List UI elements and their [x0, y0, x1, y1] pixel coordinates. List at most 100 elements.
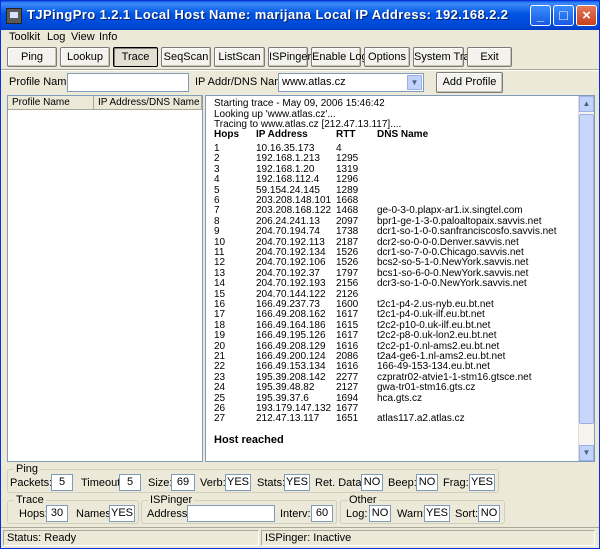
ping-button[interactable]: Ping: [7, 47, 57, 67]
hop-number: 19: [214, 330, 226, 342]
log-field[interactable]: NO: [369, 505, 391, 522]
hop-rtt: 1295: [336, 153, 359, 165]
column-header-profile-name[interactable]: Profile Name: [8, 96, 94, 110]
ret-data-field[interactable]: NO: [361, 474, 383, 491]
hop-ip-address: 192.168.112.4: [256, 174, 320, 186]
verb-field[interactable]: YES: [225, 474, 251, 491]
scroll-thumb[interactable]: [579, 114, 594, 424]
stats-label: Stats:: [257, 477, 286, 489]
host-reached-text: Host reached: [214, 434, 284, 446]
menu-info[interactable]: Info: [99, 31, 117, 43]
hop-ip-address: 204.70.192.193: [256, 278, 326, 290]
ip-address-header: IP Address: [256, 129, 308, 140]
trace-button[interactable]: Trace: [113, 47, 158, 67]
scroll-up-icon[interactable]: ▲: [579, 96, 594, 112]
enable-log-button[interactable]: Enable Log: [311, 47, 368, 67]
frag-label: Frag:: [443, 477, 469, 489]
exit-button[interactable]: Exit: [467, 47, 512, 67]
sort-label: Sort:: [455, 508, 479, 520]
hop-ip-address: 195.39.48.82: [256, 382, 315, 394]
hop-rtt: 1296: [336, 174, 359, 186]
scroll-down-icon[interactable]: ▼: [579, 445, 594, 461]
hop-dns-name: ge-0-3-0.plapx-ar1.ix.singtel.com: [377, 205, 523, 217]
hop-rtt: 1617: [336, 330, 359, 342]
status-text: Status: Ready: [3, 530, 259, 546]
add-profile-button[interactable]: Add Profile: [436, 72, 503, 93]
trace-row: 24 195.39.48.82 2127 gwa-tr01-stm16.gts.cz: [206, 383, 566, 393]
intro-line: Starting trace - May 09, 2006 15:46:42: [214, 98, 385, 109]
profile-list[interactable]: Profile Name IP Address/DNS Name: [7, 95, 203, 462]
hop-number: 12: [214, 257, 226, 269]
hop-number: 14: [214, 278, 226, 290]
hop-dns-name: 166-49-153-134.eu.bt.net: [377, 361, 490, 373]
hop-ip-address: 166.49.153.134: [256, 361, 326, 373]
addr-dns-combo[interactable]: www.atlas.cz ▼: [278, 73, 424, 92]
packets-field[interactable]: 5: [51, 474, 73, 491]
status-bar: Status: Ready ISPinger: Inactive: [1, 527, 599, 548]
trace-output[interactable]: Starting trace - May 09, 2006 15:46:42 L…: [205, 95, 595, 462]
profile-name-input[interactable]: [67, 73, 189, 92]
interv-field[interactable]: 60: [311, 505, 333, 522]
menu-toolkit[interactable]: Toolkit: [9, 31, 40, 43]
sort-field[interactable]: NO: [478, 505, 500, 522]
warn-field[interactable]: YES: [424, 505, 450, 522]
hop-dns-name: dcr3-so-1-0-0.NewYork.savvis.net: [377, 278, 527, 290]
timeout-field[interactable]: 5: [119, 474, 141, 491]
hop-ip-address: 212.47.13.117: [256, 413, 320, 425]
seqscan-button[interactable]: SeqScan: [161, 47, 211, 67]
ispinger-button[interactable]: ISPinger: [268, 47, 311, 67]
trace-row: 19 166.49.195.126 1617 t2c2-p8-0.uk-lon2.eu…: [206, 331, 566, 341]
hop-dns-name: bcs2-so-5-1-0.NewYork.savvis.net: [377, 257, 529, 269]
lookup-button[interactable]: Lookup: [60, 47, 110, 67]
frag-field[interactable]: YES: [469, 474, 495, 491]
size-label: Size:: [148, 477, 173, 489]
beep-field[interactable]: NO: [416, 474, 438, 491]
interv-label: Interv:: [280, 508, 311, 520]
trace-row: 4 192.168.112.4 1296: [206, 175, 566, 185]
beep-label: Beep:: [388, 477, 417, 489]
hop-rtt: 1468: [336, 205, 359, 217]
packets-label: Packets:: [10, 477, 53, 489]
hop-ip-address: 204.70.194.74: [256, 226, 320, 238]
trace-column-headers: Hops IP Address RTT DNS Name: [206, 130, 566, 142]
stats-field[interactable]: YES: [284, 474, 310, 491]
system-tray-button[interactable]: System Tray: [413, 47, 475, 67]
vertical-scrollbar[interactable]: ▲ ▼: [578, 96, 594, 461]
size-field[interactable]: 69: [171, 474, 195, 491]
hop-rtt: 1651: [336, 413, 359, 425]
window-title: TJPingPro 1.2.1 Local Host Name: marijan…: [27, 7, 509, 22]
column-header-ip-address[interactable]: IP Address/DNS Name: [94, 96, 202, 110]
address-label: Address:: [147, 508, 191, 520]
maximize-button[interactable]: □: [553, 5, 574, 26]
close-button[interactable]: ×: [576, 5, 597, 26]
addr-dns-value: www.atlas.cz: [282, 76, 346, 88]
menu-view[interactable]: View: [71, 31, 95, 43]
trace-row: 2 192.168.1.213 1295: [206, 154, 566, 164]
hops-label: Hops:: [19, 508, 48, 520]
hop-ip-address: 204.70.192.106: [256, 257, 326, 269]
hops-field[interactable]: 30: [46, 505, 68, 522]
hop-rtt: 1738: [336, 226, 359, 238]
menu-log[interactable]: Log: [47, 31, 65, 43]
address-field[interactable]: [187, 505, 275, 522]
chevron-down-icon[interactable]: ▼: [407, 75, 422, 90]
hop-number: 7: [214, 205, 220, 217]
hop-ip-address: 192.168.1.213: [256, 153, 320, 165]
trace-row: 9 204.70.194.74 1738 dcr1-so-1-0-0.sanfranc…: [206, 227, 566, 237]
trace-group-title: Trace: [14, 494, 46, 506]
names-field[interactable]: YES: [109, 505, 135, 522]
minimize-button[interactable]: _: [530, 5, 551, 26]
listscan-button[interactable]: ListScan: [214, 47, 265, 67]
title-bar[interactable]: TJPingPro 1.2.1 Local Host Name: marijan…: [1, 1, 599, 30]
hop-number: 4: [214, 174, 220, 186]
divider: [1, 69, 599, 71]
hop-number: 9: [214, 226, 220, 238]
verb-label: Verb:: [200, 477, 226, 489]
trace-row: 7 203.208.168.122 1468 ge-0-3-0.plapx-ar1.i…: [206, 206, 566, 216]
ispinger-status-text: ISPinger: Inactive: [261, 530, 595, 546]
app-window: TJPingPro 1.2.1 Local Host Name: marijan…: [0, 0, 600, 549]
hop-number: 24: [214, 382, 226, 394]
options-button[interactable]: Options: [364, 47, 410, 67]
hop-rtt: 1526: [336, 257, 359, 269]
app-icon[interactable]: [6, 8, 22, 24]
